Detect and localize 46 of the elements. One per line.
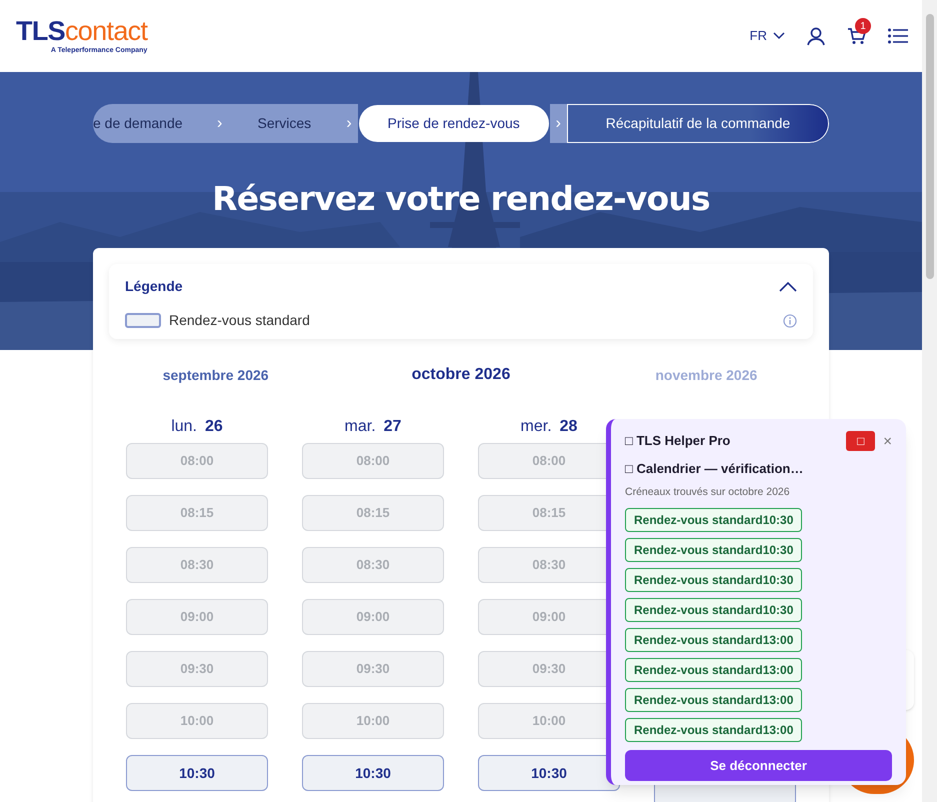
step-tab[interactable]: Récapitulatif de la commande xyxy=(566,104,829,143)
logo[interactable]: TLScontact xyxy=(16,18,148,45)
info-icon[interactable] xyxy=(783,314,797,328)
panel-subtitle: Créneaux trouvés sur octobre 2026 xyxy=(625,484,791,500)
status-text: □ Calendrier — vérification… xyxy=(625,460,804,478)
chevron-up-icon[interactable] xyxy=(779,282,797,292)
slot-result-chip[interactable]: Rendez-vous standard13:00 xyxy=(625,688,802,712)
page-title: Réservez votre rendez-vous xyxy=(211,178,711,220)
step-tab[interactable]: Prise de rendez-vous xyxy=(358,105,549,142)
slot-result-chip[interactable]: Rendez-vous standard10:30 xyxy=(625,508,802,532)
month-tab[interactable]: septembre 2026 xyxy=(93,364,338,386)
legend-label: Rendez-vous standard xyxy=(169,311,310,330)
slot-result-chip[interactable]: Rendez-vous standard10:30 xyxy=(625,568,802,592)
language-selector[interactable]: FR xyxy=(750,26,785,46)
slot-result-chip[interactable]: Rendez-vous standard13:00 xyxy=(625,658,802,682)
step-tab[interactable]: Services xyxy=(228,104,340,143)
time-slot-button[interactable]: 10:30 xyxy=(478,755,620,791)
time-slot-button[interactable]: 10:30 xyxy=(126,755,268,791)
chevron-separator: › xyxy=(550,104,567,143)
step-tab[interactable]: e de demande xyxy=(93,104,211,143)
scrollbar[interactable] xyxy=(922,0,937,802)
weekday-label: mar. xyxy=(344,417,376,437)
time-slot-button[interactable]: 10:30 xyxy=(302,755,444,791)
chevron-separator: › xyxy=(340,104,358,143)
slot-result-chip[interactable]: Rendez-vous standard10:30 xyxy=(625,538,802,562)
stop-button[interactable]: □ xyxy=(846,431,876,451)
weekday-label: lun. xyxy=(171,417,197,437)
chevron-separator: › xyxy=(211,104,228,143)
weekday-label: mer. xyxy=(520,417,552,437)
menu-icon[interactable] xyxy=(888,28,908,44)
close-button[interactable]: × xyxy=(883,434,892,448)
day-number: 27 xyxy=(384,417,402,437)
cart-count-badge: 1 xyxy=(855,18,871,34)
panel-title: □ TLS Helper Pro xyxy=(625,432,730,450)
cart-icon[interactable] xyxy=(847,27,866,45)
legend-swatch xyxy=(125,313,161,328)
user-icon[interactable] xyxy=(807,26,825,46)
day-number: 28 xyxy=(560,417,578,437)
legend-title: Légende xyxy=(125,277,183,296)
day-number: 26 xyxy=(205,417,223,437)
slot-result-chip[interactable]: Rendez-vous standard13:00 xyxy=(625,628,802,652)
chevron-down-icon xyxy=(773,32,785,40)
slot-result-chip[interactable]: Rendez-vous standard10:30 xyxy=(625,598,802,622)
slot-result-chip[interactable]: Rendez-vous standard13:00 xyxy=(625,718,802,742)
month-tab[interactable]: octobre 2026 xyxy=(338,363,584,387)
logout-button[interactable]: Se déconnecter xyxy=(625,750,892,782)
